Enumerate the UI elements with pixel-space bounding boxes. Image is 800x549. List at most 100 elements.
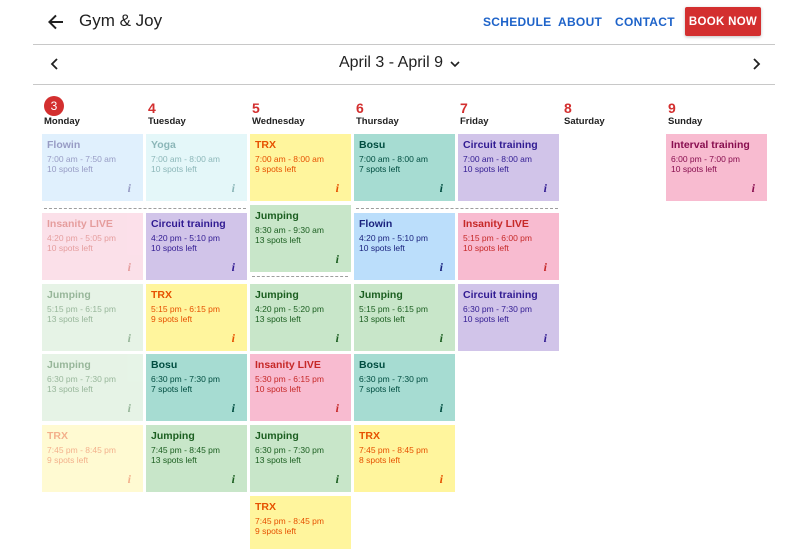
class-time: 7:45 pm - 8:45 pm <box>255 516 324 526</box>
class-title: Circuit training <box>463 289 538 301</box>
class-card-trx[interactable]: TRX 7:45 pm - 8:45 pm 9 spots left <box>250 496 351 549</box>
class-title: Jumping <box>359 289 403 301</box>
class-card-bosu[interactable]: Bosu 6:30 pm - 7:30 pm 7 spots left i <box>146 354 247 421</box>
class-card-trx[interactable]: TRX 7:00 am - 8:00 am 9 spots left i <box>250 134 351 201</box>
info-icon[interactable]: i <box>336 331 339 346</box>
info-icon[interactable]: i <box>336 401 339 416</box>
session-divider <box>44 208 246 209</box>
info-icon[interactable]: i <box>544 260 547 275</box>
date-range-label: April 3 - April 9 <box>338 54 444 71</box>
class-time: 6:30 pm - 7:30 pm <box>151 374 220 384</box>
class-card-jumping[interactable]: Jumping 7:45 pm - 8:45 pm 13 spots left … <box>146 425 247 492</box>
class-card-jumping[interactable]: Jumping 6:30 pm - 7:30 pm 13 spots left … <box>250 425 351 492</box>
class-card-interval-training[interactable]: Interval training 6:00 pm - 7:00 pm 10 s… <box>666 134 767 201</box>
info-icon[interactable]: i <box>440 331 443 346</box>
class-card-trx[interactable]: TRX 5:15 pm - 6:15 pm 9 spots left i <box>146 284 247 351</box>
class-card-flowin[interactable]: Flowin 4:20 pm - 5:10 pm 10 spots left i <box>354 213 455 280</box>
info-icon[interactable]: i <box>128 181 131 196</box>
date-range-selector[interactable]: April 3 - April 9 <box>0 54 800 72</box>
info-icon[interactable]: i <box>128 331 131 346</box>
day-header-wednesday: 5 Wednesday <box>252 96 352 128</box>
info-icon[interactable]: i <box>232 331 235 346</box>
day-header-thursday: 6 Thursday <box>356 96 456 128</box>
day-header-saturday: 8 Saturday <box>564 96 664 128</box>
class-card-insanity-live[interactable]: Insanity LIVE 5:15 pm - 6:00 pm 10 spots… <box>458 213 559 280</box>
info-icon[interactable]: i <box>128 401 131 416</box>
class-title: Interval training <box>671 139 750 151</box>
next-week-chevron-icon[interactable] <box>748 56 764 72</box>
class-time: 6:00 pm - 7:00 pm <box>671 154 740 164</box>
class-spots: 13 spots left <box>255 235 301 245</box>
class-time: 5:15 pm - 6:15 pm <box>47 304 116 314</box>
nav-schedule-link[interactable]: SCHEDULE <box>483 15 551 29</box>
class-card-jumping[interactable]: Jumping 5:15 pm - 6:15 pm 13 spots left … <box>354 284 455 351</box>
class-title: Flowin <box>359 218 393 230</box>
book-now-button[interactable]: BOOK NOW <box>685 7 761 36</box>
info-icon[interactable]: i <box>336 181 339 196</box>
info-icon[interactable]: i <box>232 401 235 416</box>
class-time: 7:00 am - 8:00 am <box>151 154 220 164</box>
class-time: 6:30 pm - 7:30 pm <box>359 374 428 384</box>
day-number: 4 <box>148 100 156 116</box>
info-icon[interactable]: i <box>544 181 547 196</box>
nav-contact-link[interactable]: CONTACT <box>615 15 675 29</box>
info-icon[interactable]: i <box>336 252 339 267</box>
class-spots: 9 spots left <box>151 314 193 324</box>
info-icon[interactable]: i <box>440 472 443 487</box>
class-card-trx[interactable]: TRX 7:45 pm - 8:45 pm 9 spots left i <box>42 425 143 492</box>
back-arrow-icon[interactable] <box>44 10 68 34</box>
day-number: 9 <box>668 100 676 116</box>
class-title: Jumping <box>151 430 195 442</box>
class-card-trx[interactable]: TRX 7:45 pm - 8:45 pm 8 spots left i <box>354 425 455 492</box>
class-card-circuit-training[interactable]: Circuit training 6:30 pm - 7:30 pm 10 sp… <box>458 284 559 351</box>
info-icon[interactable]: i <box>128 472 131 487</box>
class-spots: 13 spots left <box>255 314 301 324</box>
info-icon[interactable]: i <box>232 260 235 275</box>
class-spots: 9 spots left <box>47 455 89 465</box>
class-card-jumping[interactable]: Jumping 4:20 pm - 5:20 pm 13 spots left … <box>250 284 351 351</box>
class-card-jumping[interactable]: Jumping 6:30 pm - 7:30 pm 13 spots left … <box>42 354 143 421</box>
info-icon[interactable]: i <box>336 472 339 487</box>
date-divider <box>33 84 775 85</box>
day-header-monday: 3 Monday <box>44 96 144 128</box>
class-time: 7:45 pm - 8:45 pm <box>47 445 116 455</box>
class-card-bosu[interactable]: Bosu 7:00 am - 8:00 am 7 spots left i <box>354 134 455 201</box>
class-spots: 7 spots left <box>359 384 401 394</box>
info-icon[interactable]: i <box>440 401 443 416</box>
class-card-bosu[interactable]: Bosu 6:30 pm - 7:30 pm 7 spots left i <box>354 354 455 421</box>
day-name: Thursday <box>356 116 399 127</box>
class-time: 8:30 am - 9:30 am <box>255 225 324 235</box>
day-number: 6 <box>356 100 364 116</box>
class-title: Jumping <box>47 289 91 301</box>
class-time: 4:20 pm - 5:10 pm <box>359 233 428 243</box>
class-spots: 7 spots left <box>151 384 193 394</box>
day-number: 8 <box>564 100 572 116</box>
info-icon[interactable]: i <box>440 181 443 196</box>
class-time: 5:30 pm - 6:15 pm <box>255 374 324 384</box>
class-spots: 10 spots left <box>255 384 301 394</box>
day-header-friday: 7 Friday <box>460 96 560 128</box>
info-icon[interactable]: i <box>440 260 443 275</box>
class-time: 5:15 pm - 6:15 pm <box>151 304 220 314</box>
class-card-yoga[interactable]: Yoga 7:00 am - 8:00 am 10 spots left i <box>146 134 247 201</box>
info-icon[interactable]: i <box>232 472 235 487</box>
class-spots: 10 spots left <box>463 243 509 253</box>
class-time: 4:20 pm - 5:05 pm <box>47 233 116 243</box>
class-card-circuit-training[interactable]: Circuit training 4:20 pm - 5:10 pm 10 sp… <box>146 213 247 280</box>
class-time: 7:00 am - 8:00 am <box>255 154 324 164</box>
info-icon[interactable]: i <box>544 331 547 346</box>
info-icon[interactable]: i <box>752 181 755 196</box>
class-title: TRX <box>255 139 276 151</box>
class-card-insanity-live[interactable]: Insanity LIVE 4:20 pm - 5:05 pm 10 spots… <box>42 213 143 280</box>
class-card-flowin[interactable]: Flowin 7:00 am - 7:50 am 10 spots left i <box>42 134 143 201</box>
class-card-jumping[interactable]: Jumping 5:15 pm - 6:15 pm 13 spots left … <box>42 284 143 351</box>
info-icon[interactable]: i <box>128 260 131 275</box>
info-icon[interactable]: i <box>232 181 235 196</box>
nav-about-link[interactable]: ABOUT <box>558 15 602 29</box>
class-card-circuit-training[interactable]: Circuit training 7:00 am - 8:00 am 10 sp… <box>458 134 559 201</box>
class-card-insanity-live[interactable]: Insanity LIVE 5:30 pm - 6:15 pm 10 spots… <box>250 354 351 421</box>
class-spots: 10 spots left <box>47 164 93 174</box>
class-spots: 13 spots left <box>255 455 301 465</box>
class-spots: 10 spots left <box>47 243 93 253</box>
class-card-jumping[interactable]: Jumping 8:30 am - 9:30 am 13 spots left … <box>250 205 351 272</box>
